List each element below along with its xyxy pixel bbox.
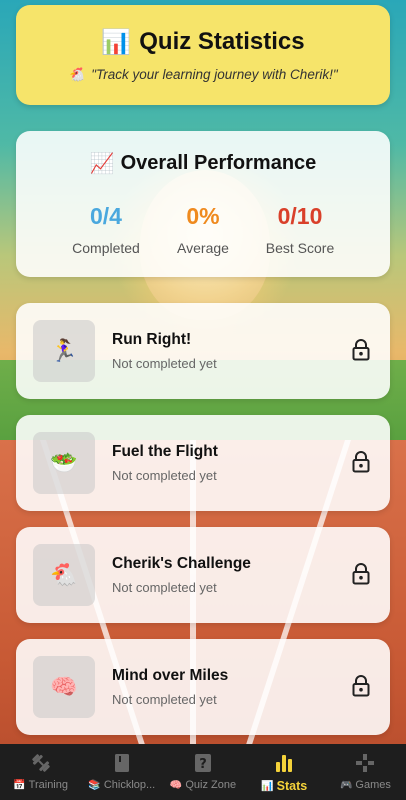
quiz-icon: ? [192, 752, 214, 774]
quiz-title: Mind over Miles [112, 667, 229, 684]
nav-item-training[interactable]: 📅 Training [0, 744, 81, 800]
lock-icon [352, 563, 370, 585]
svg-text:?: ? [199, 757, 207, 772]
nav-label: 📊 Stats [261, 779, 307, 793]
nav-label-text: Chicklop... [103, 779, 156, 791]
lock-icon [352, 451, 370, 473]
salad-icon: 🥗 [33, 432, 95, 494]
overall-performance-title-text: Overall Performance [120, 152, 317, 174]
lock-icon [352, 675, 370, 697]
quiz-status: Not completed yet [112, 580, 217, 595]
nav-item-stats[interactable]: 📊 Stats [244, 744, 325, 800]
nav-item-games[interactable]: 🎮 Games [325, 744, 406, 800]
dumbbell-icon [30, 752, 52, 774]
nav-label-text: Stats [276, 779, 308, 793]
bar-chart-icon: 📊 [261, 780, 274, 792]
nav-label: 📅 Training [13, 779, 68, 791]
quiz-card-mind-over-miles[interactable]: 🧠 Mind over Miles Not completed yet [16, 639, 390, 735]
bar-chart-icon: 📊 [101, 28, 132, 56]
page-title-text: Quiz Statistics [139, 28, 305, 55]
stats-icon [273, 752, 295, 774]
lock-icon [352, 339, 370, 361]
calendar-icon: 📅 [13, 779, 26, 791]
stat-best-score: 0/10 Best Score [240, 203, 360, 256]
page-subtitle: 🐔 "Track your learning journey with Cher… [68, 67, 337, 83]
trend-chart-icon: 📈 [89, 153, 115, 175]
overall-performance-title: 📈 Overall Performance [16, 151, 390, 176]
quiz-title: Fuel the Flight [112, 443, 218, 460]
controller-icon: 🎮 [339, 779, 353, 791]
quiz-title: Cherik's Challenge [112, 555, 251, 572]
nav-label-text: Games [355, 779, 391, 791]
nav-label: 📚 Chicklop... [88, 779, 155, 791]
page-subtitle-text: "Track your learning journey with Cherik… [91, 67, 338, 82]
quiz-card-cheriks-challenge[interactable]: 🐔 Cherik's Challenge Not completed yet [16, 527, 390, 623]
brain-icon: 🧠 [169, 779, 183, 791]
chicken-icon: 🐔 [68, 66, 86, 82]
gamepad-icon [354, 752, 376, 774]
page-title: 📊 Quiz Statistics [101, 28, 304, 57]
quiz-card-run-right[interactable]: 🏃‍♀️ Run Right! Not completed yet [16, 303, 390, 399]
nav-label-text: Training [28, 779, 68, 791]
quiz-card-fuel-the-flight[interactable]: 🥗 Fuel the Flight Not completed yet [16, 415, 390, 511]
chicken-icon: 🐔 [33, 544, 95, 606]
book-icon [111, 752, 133, 774]
books-icon: 📚 [88, 779, 101, 791]
stat-value: 0/10 [277, 203, 323, 229]
bottom-nav: 📅 Training 📚 Chicklop... ? 🧠 Quiz Zone 📊… [0, 744, 406, 800]
quiz-status: Not completed yet [112, 468, 217, 483]
quiz-status: Not completed yet [112, 356, 217, 371]
overall-performance-card: 📈 Overall Performance 0/4 Completed 0% A… [16, 131, 390, 277]
nav-item-chicklopedia[interactable]: 📚 Chicklop... [81, 744, 162, 800]
nav-label: 🧠 Quiz Zone [170, 779, 236, 791]
brain-icon: 🧠 [33, 656, 95, 718]
nav-item-quiz-zone[interactable]: ? 🧠 Quiz Zone [162, 744, 243, 800]
quiz-title: Run Right! [112, 331, 192, 348]
quiz-status: Not completed yet [112, 692, 217, 707]
header-card: 📊 Quiz Statistics 🐔 "Track your learning… [16, 5, 390, 105]
stat-label: Best Score [265, 240, 335, 256]
nav-label-text: Quiz Zone [185, 779, 237, 791]
runner-icon: 🏃‍♀️ [33, 320, 95, 382]
nav-label: 🎮 Games [340, 779, 391, 791]
